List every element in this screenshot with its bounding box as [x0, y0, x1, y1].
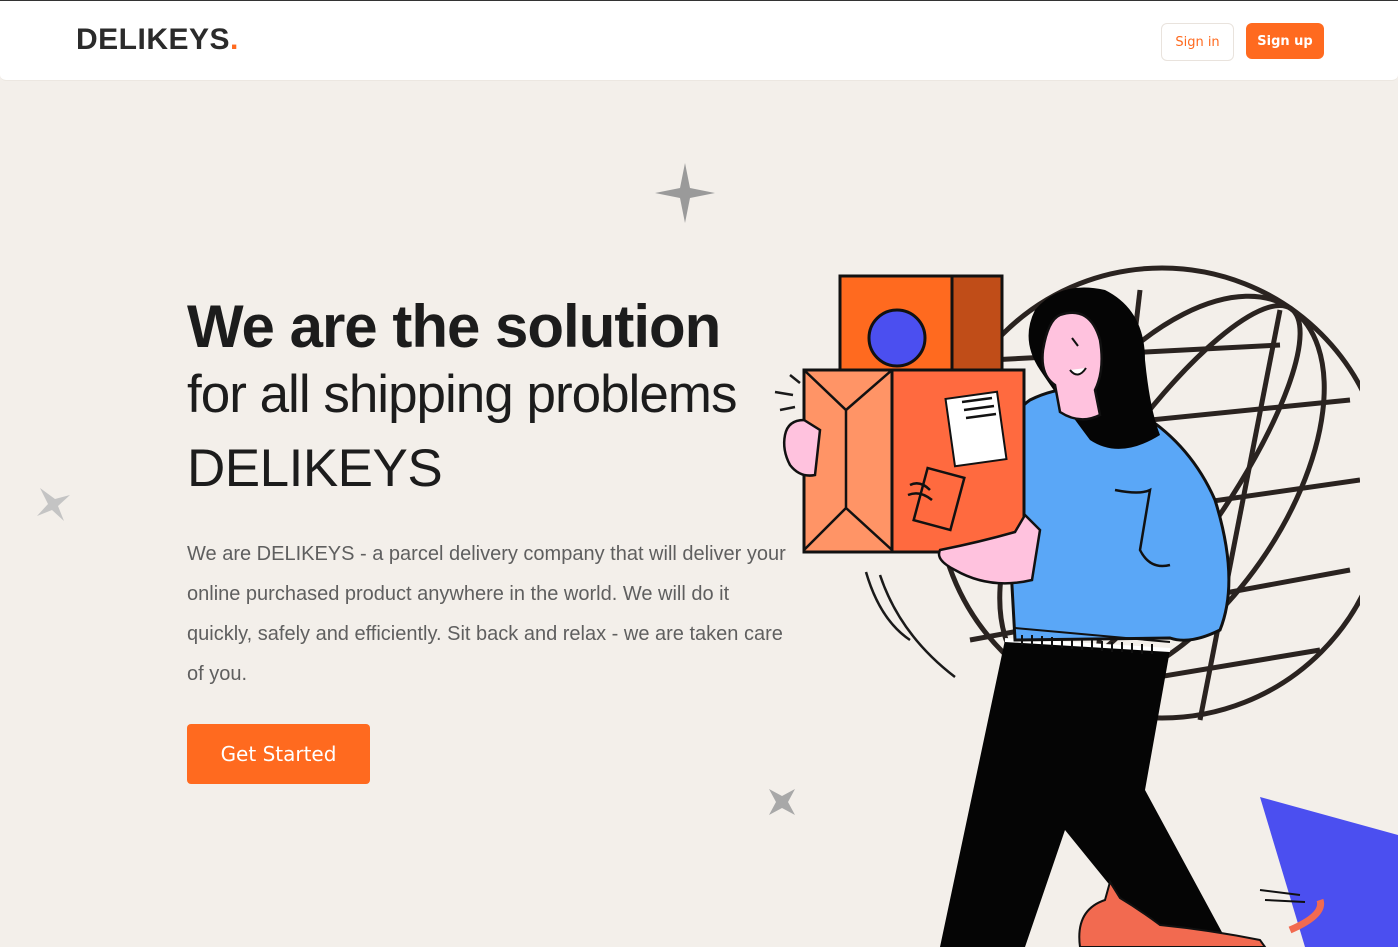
delivery-person-illustration: [774, 265, 1360, 947]
hero-title: We are the solution: [187, 293, 721, 360]
get-started-button[interactable]: Get Started: [187, 724, 370, 784]
logo[interactable]: DELIKEYS.: [76, 23, 239, 57]
hero-subtitle: for all shipping problems: [187, 365, 737, 424]
sparkle-star-icon: [655, 163, 715, 223]
top-navbar: DELIKEYS. Sign in Sign up: [0, 0, 1398, 81]
logo-text: DELIKEYS: [76, 23, 231, 56]
sparkle-star-icon: [37, 488, 70, 521]
hero-description: We are DELIKEYS - a parcel delivery comp…: [187, 543, 786, 685]
logo-dot: .: [230, 23, 239, 56]
hero-brand: DELIKEYS: [187, 439, 443, 498]
sign-in-button[interactable]: Sign in: [1161, 23, 1234, 61]
sign-up-button[interactable]: Sign up: [1246, 23, 1324, 59]
